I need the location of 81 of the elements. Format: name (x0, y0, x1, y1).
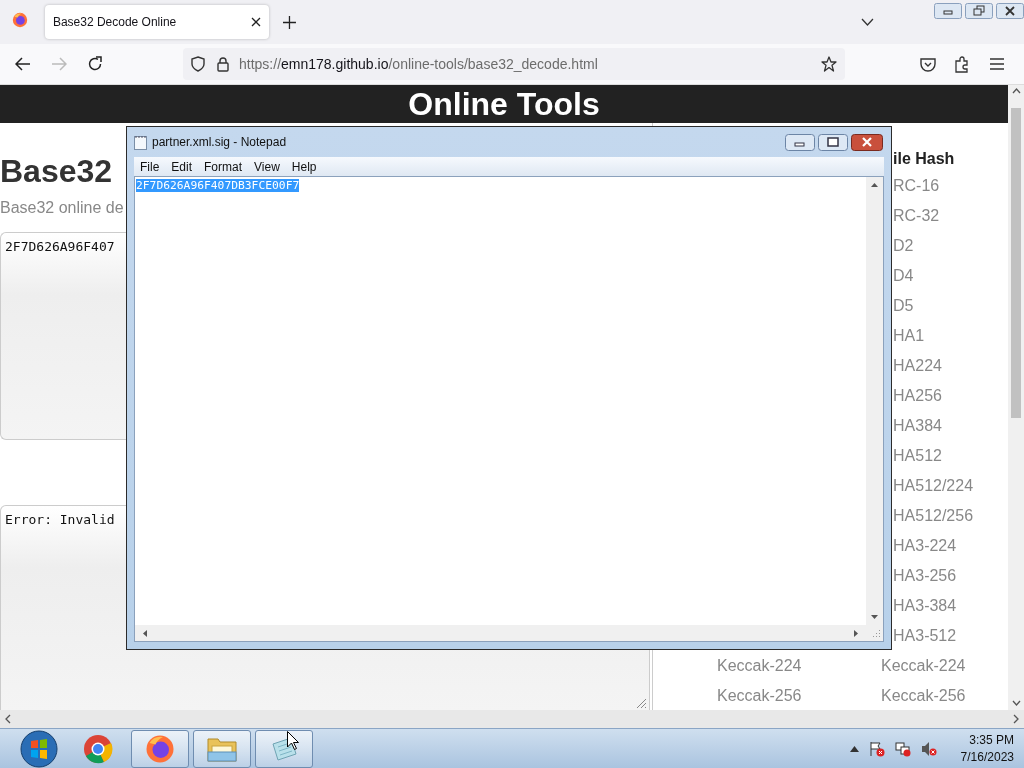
star-icon[interactable] (821, 56, 837, 72)
vertical-scrollbar[interactable] (866, 177, 883, 625)
hash-link[interactable]: HA3-384 (893, 591, 1008, 621)
scroll-down-icon[interactable] (1011, 700, 1021, 706)
flag-icon[interactable] (868, 741, 885, 757)
hash-link[interactable]: HA512 (893, 441, 1008, 471)
page-heading: Base32 (0, 152, 113, 190)
list-heading: ile Hash (893, 150, 956, 169)
taskbar-button[interactable] (131, 730, 189, 768)
hash-link[interactable]: RC-16 (893, 171, 1008, 201)
network-icon[interactable] (894, 741, 911, 757)
input-field[interactable]: 2F7D626A96F407 (0, 232, 126, 440)
mouse-cursor-icon (287, 731, 299, 750)
chrome-icon (83, 734, 113, 764)
scroll-down-icon[interactable] (871, 615, 878, 619)
shield-icon (191, 56, 205, 72)
hash-link[interactable]: HA3-512 (893, 621, 1008, 651)
hash-link[interactable]: HA3-256 (893, 561, 1008, 591)
hash-link[interactable]: Keccak-256 (717, 681, 881, 710)
speaker-muted-icon[interactable] (920, 741, 937, 757)
firefox-icon (145, 734, 175, 764)
firefox-icon (12, 12, 28, 28)
scroll-left-icon[interactable] (143, 629, 147, 637)
url-text: https://emn178.github.io/online-tools/base32_decode.html (239, 56, 598, 72)
menu-icon[interactable] (990, 58, 1004, 70)
clock[interactable]: 3:35 PM 7/16/2023 (960, 732, 1014, 766)
puzzle-icon[interactable] (954, 55, 970, 73)
taskbar-button[interactable] (255, 730, 313, 768)
browser-tab[interactable]: Base32 Decode Online (44, 5, 270, 39)
hash-link[interactable]: HA1 (893, 321, 1008, 351)
vertical-scrollbar[interactable] (1008, 85, 1024, 710)
clock-time: 3:35 PM (969, 732, 1014, 749)
scroll-up-icon[interactable] (1011, 88, 1021, 94)
hash-link[interactable]: Keccak-224 (717, 651, 881, 681)
close-button[interactable] (851, 133, 883, 151)
reload-icon[interactable] (87, 56, 103, 72)
scroll-right-icon[interactable] (854, 629, 858, 637)
hash-link[interactable]: HA512/224 (893, 471, 1008, 501)
close-button[interactable] (996, 3, 1024, 19)
hash-link[interactable]: D2 (893, 231, 1008, 261)
lock-icon (217, 56, 229, 72)
back-icon[interactable] (15, 57, 31, 71)
hash-link[interactable]: HA224 (893, 351, 1008, 381)
scroll-up-icon[interactable] (871, 183, 878, 187)
hash-link[interactable]: HA512/256 (893, 501, 1008, 531)
horizontal-scrollbar[interactable] (135, 625, 866, 641)
close-icon[interactable] (251, 17, 262, 27)
caret-up-icon[interactable] (849, 746, 859, 752)
hash-link[interactable]: HA3-224 (893, 531, 1008, 561)
menu-item[interactable]: Format (198, 159, 249, 174)
text-area[interactable]: 2F7D626A96F407DB3FCE00F7 (134, 176, 884, 642)
hash-link[interactable]: HA384 (893, 411, 1008, 441)
minimize-button[interactable] (934, 3, 962, 19)
menu-item[interactable]: Help (285, 159, 323, 174)
chevron-down-icon[interactable] (861, 18, 874, 26)
resize-grip-icon[interactable] (635, 697, 647, 709)
clock-date: 7/16/2023 (960, 749, 1014, 766)
taskbar-button[interactable] (193, 730, 251, 768)
window-title: partner.xml.sig - Notepad (152, 135, 287, 149)
hash-link[interactable]: Keccak-224 (881, 651, 966, 681)
menu-item[interactable]: File (134, 159, 166, 174)
new-tab-icon[interactable] (283, 15, 297, 29)
hash-link[interactable]: D5 (893, 291, 1008, 321)
page-description: Base32 online de (0, 198, 124, 218)
maximize-button[interactable] (818, 133, 848, 151)
menu-item[interactable]: Edit (165, 159, 199, 174)
minimize-button[interactable] (785, 133, 815, 151)
address-bar[interactable]: https://emn178.github.io/online-tools/base32_decode.html (183, 48, 845, 80)
hash-link[interactable]: Keccak-256 (881, 681, 966, 710)
restore-button[interactable] (965, 3, 993, 19)
hash-link[interactable]: HA256 (893, 381, 1008, 411)
hash-link[interactable]: D4 (893, 261, 1008, 291)
notepad-icon (134, 134, 147, 150)
pocket-icon[interactable] (920, 56, 936, 72)
horizontal-scrollbar[interactable] (4, 714, 1020, 724)
document-text: 2F7D626A96F407DB3FCE00F7 (136, 179, 300, 192)
site-title[interactable]: Online Tools (408, 85, 600, 123)
folder-icon (206, 735, 238, 763)
hash-link[interactable]: RC-32 (893, 201, 1008, 231)
menu-item[interactable]: View (248, 159, 286, 174)
start-button[interactable] (19, 729, 59, 768)
